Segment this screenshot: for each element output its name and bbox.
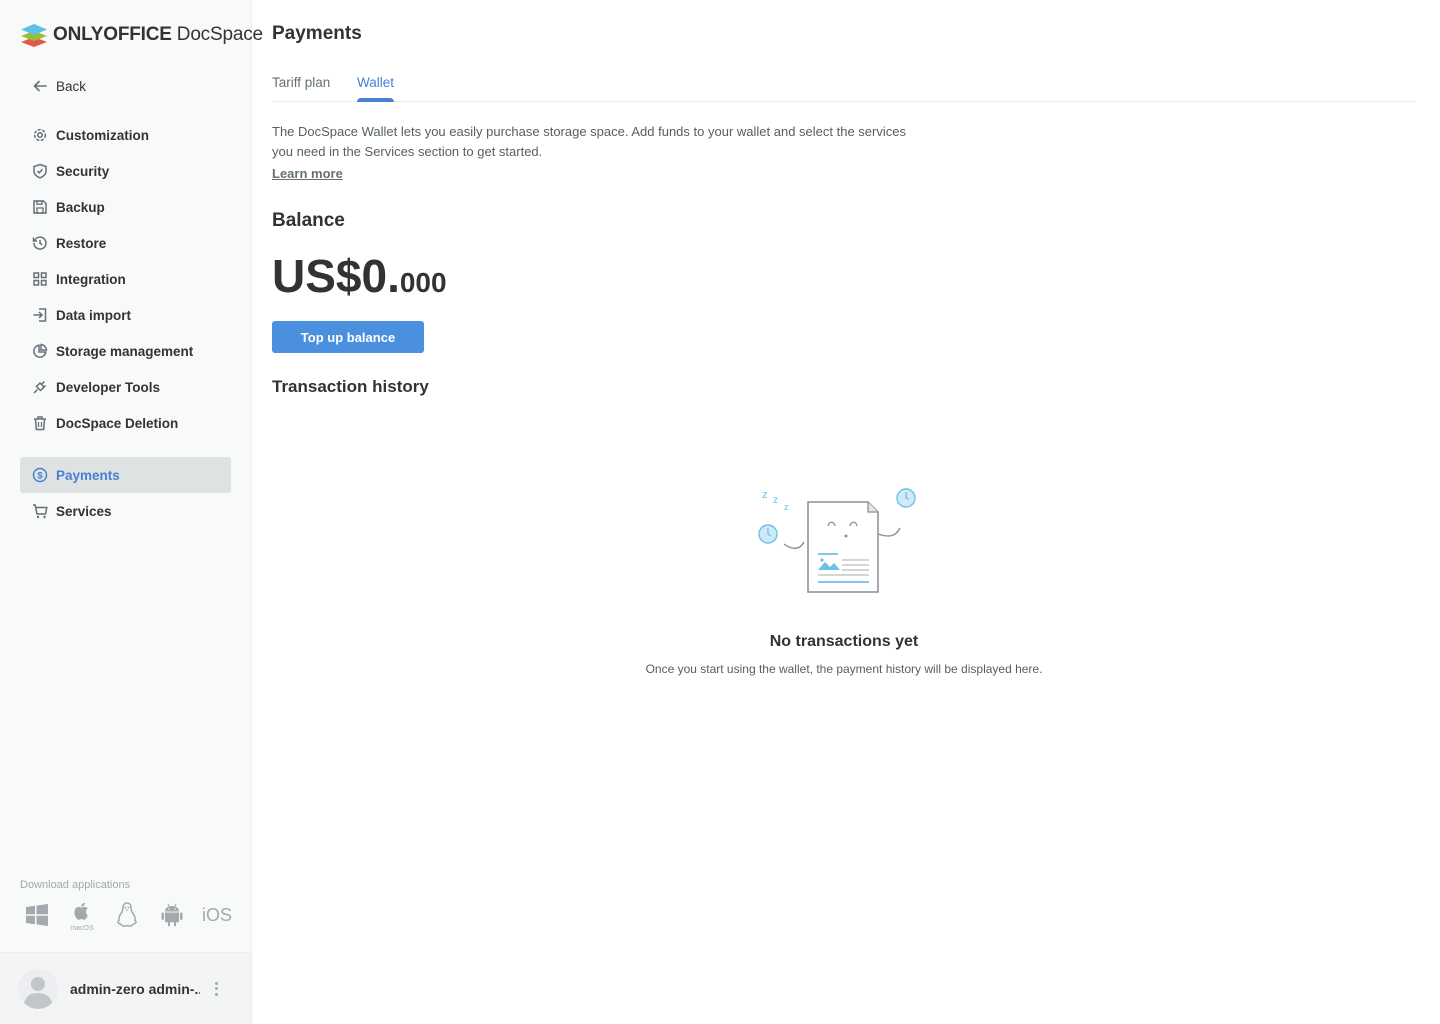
arrow-left-icon: [32, 78, 48, 94]
plug-icon: [32, 379, 48, 395]
windows-icon[interactable]: [22, 900, 52, 930]
empty-title: No transactions yet: [769, 633, 919, 650]
sidebar-item-label: Developer Tools: [56, 379, 161, 395]
sidebar-item-label: Security: [56, 163, 110, 179]
transaction-history-heading: Transaction history: [272, 377, 429, 396]
onlyoffice-logo-icon: [21, 24, 47, 47]
sidebar-item-restore[interactable]: Restore: [20, 225, 231, 261]
tabs: Tariff plan Wallet: [272, 70, 1416, 102]
linux-icon[interactable]: [112, 900, 142, 930]
cart-icon: [32, 503, 48, 519]
pie-chart-icon: [32, 343, 48, 359]
ios-icon[interactable]: iOS: [202, 900, 232, 930]
grid-icon: [32, 271, 48, 287]
top-up-balance-button[interactable]: Top up balance: [272, 321, 424, 353]
brand-logo[interactable]: ONLYOFFICE DocSpace: [20, 22, 263, 48]
android-icon[interactable]: [157, 900, 187, 930]
shield-icon: [32, 163, 48, 179]
balance-fraction: 000: [399, 267, 447, 298]
ios-label: iOS: [202, 904, 233, 925]
balance-main: US$0.: [272, 250, 400, 302]
back-button[interactable]: Back: [20, 68, 231, 104]
main-content: Payments Tariff plan Wallet The DocSpace…: [272, 0, 1416, 1024]
balance-heading: Balance: [272, 210, 345, 231]
svg-text:z: z: [773, 495, 778, 506]
avatar[interactable]: [18, 968, 58, 1009]
learn-more-link[interactable]: Learn more: [272, 166, 343, 181]
history-icon: [32, 235, 48, 251]
sidebar-item-security[interactable]: Security: [20, 153, 231, 189]
tab-wallet[interactable]: Wallet: [357, 75, 395, 102]
sidebar-item-label: Integration: [56, 271, 126, 287]
sidebar-item-label: Customization: [56, 127, 149, 143]
wallet-description: The DocSpace Wallet lets you easily purc…: [272, 124, 906, 159]
sidebar-item-label: Data import: [56, 307, 132, 323]
dollar-icon: $: [32, 467, 48, 483]
trash-icon: [32, 415, 48, 431]
tab-tariff-plan[interactable]: Tariff plan: [272, 75, 330, 101]
gear-icon: [32, 127, 48, 143]
back-label: Back: [56, 78, 87, 94]
balance-amount: US$0.000: [272, 248, 447, 311]
sidebar-item-label: Services: [56, 503, 112, 519]
sidebar-item-docspace-deletion[interactable]: DocSpace Deletion: [20, 405, 231, 441]
sidebar-item-developer-tools[interactable]: Developer Tools: [20, 369, 231, 405]
svg-text:z: z: [762, 489, 768, 501]
sidebar-item-label: Payments: [56, 467, 120, 483]
sidebar-item-backup[interactable]: Backup: [20, 189, 231, 225]
download-applications-label: Download applications: [20, 879, 131, 891]
sidebar-item-payments[interactable]: $ Payments: [20, 457, 231, 493]
save-icon: [32, 199, 48, 215]
macos-icon[interactable]: macOS: [67, 900, 97, 932]
brand-name: ONLYOFFICE DocSpace: [53, 24, 263, 45]
empty-transactions-illustration: z z z: [754, 480, 924, 610]
sidebar-item-services[interactable]: Services: [20, 493, 231, 529]
sidebar-item-label: Restore: [56, 235, 107, 251]
empty-subtitle: Once you start using the wallet, the pay…: [645, 662, 1043, 676]
user-profile[interactable]: admin-zero admin-...: [0, 952, 251, 1024]
sidebar: ONLYOFFICE DocSpace Back Customization S…: [0, 0, 263, 1024]
sidebar-item-label: Storage management: [56, 343, 194, 359]
svg-text:$: $: [37, 471, 43, 482]
import-icon: [32, 307, 48, 323]
sidebar-item-customization[interactable]: Customization: [20, 117, 231, 153]
sidebar-item-label: Backup: [56, 199, 105, 215]
macos-caption: macOS: [70, 925, 94, 932]
more-options-icon[interactable]: [208, 979, 224, 999]
page-title: Payments: [272, 23, 362, 44]
user-name: admin-zero admin-...: [70, 980, 200, 997]
sidebar-item-storage-management[interactable]: Storage management: [20, 333, 231, 369]
sidebar-item-label: DocSpace Deletion: [56, 415, 179, 431]
svg-text:z: z: [784, 502, 789, 512]
sidebar-item-data-import[interactable]: Data import: [20, 297, 231, 333]
sidebar-item-integration[interactable]: Integration: [20, 261, 231, 297]
download-apps: macOS iOS: [22, 900, 247, 932]
